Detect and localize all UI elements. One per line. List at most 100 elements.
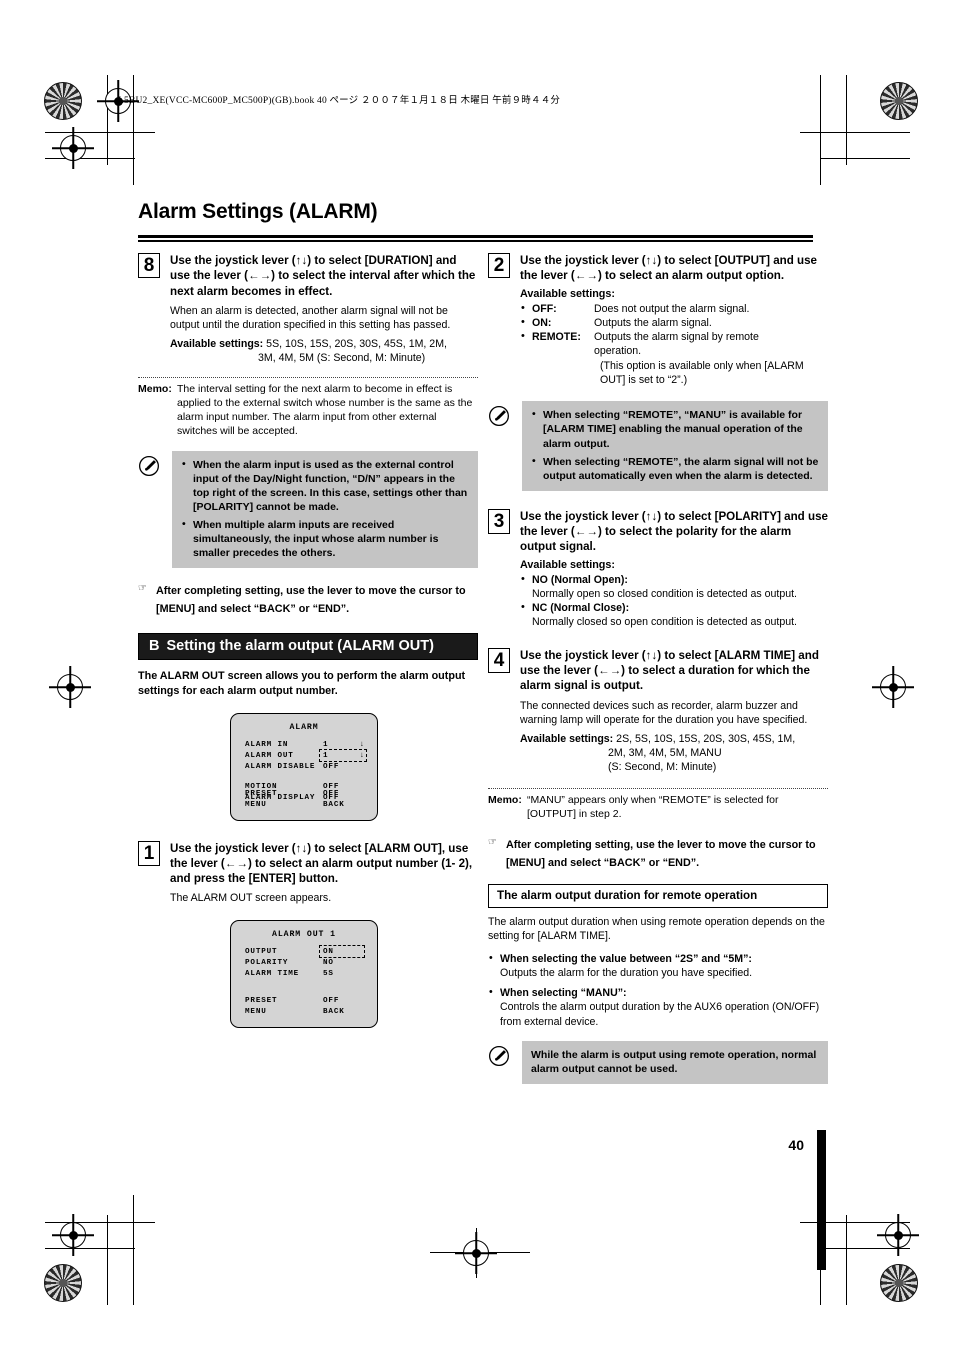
available-settings-label: Available settings: [170, 338, 264, 351]
crop-mark [846, 1215, 848, 1305]
note-box: While the alarm is output using remote o… [488, 1041, 828, 1085]
step-2: 2 Use the joystick lever (↑↓) to select … [488, 253, 828, 387]
step-8: 8 Use the joystick lever (↑↓) to select … [138, 253, 478, 365]
osd-row-value: OFF [323, 996, 340, 1005]
step-4: 4 Use the joystick lever (↑↓) to select … [488, 647, 828, 774]
duration-bullet-list: When selecting the value between “2S” an… [488, 951, 828, 1029]
duration-bullet: When selecting “MANU”: Controls the alar… [488, 985, 828, 1029]
note-bullet: When selecting “REMOTE”, the alarm signa… [531, 454, 819, 483]
available-settings-line3: (S: Second, M: Minute) [608, 760, 717, 773]
osd-row-key: ALARM OUT [245, 751, 294, 760]
step-instruction: Use the joystick lever (↑↓) to select [A… [170, 841, 473, 886]
step-instruction: Use the joystick lever (↑↓) to select [D… [170, 254, 476, 298]
osd-row-value: ON [323, 947, 334, 956]
memo-label: Memo: [488, 794, 522, 807]
crop-mark [800, 132, 910, 134]
pencil-icon [138, 455, 160, 477]
registration-target [880, 674, 906, 700]
option-item: NC (Normal Close): Normally closed so op… [520, 600, 828, 630]
option-definition: Normally open so closed condition is det… [532, 587, 797, 600]
osd-row: POLARITY NO [245, 958, 369, 969]
option-item: OFF: Does not output the alarm signal. [520, 301, 828, 316]
registration-dot [880, 1264, 918, 1302]
option-definition: Normally closed so open condition is det… [532, 616, 797, 629]
osd-row: ALARM TIME 5S [245, 969, 369, 980]
pencil-icon [488, 1045, 510, 1067]
crop-mark [820, 158, 910, 160]
registration-target [885, 1222, 911, 1248]
osd-row-value: OFF [323, 762, 369, 773]
option-definition: Outputs the alarm signal. [594, 316, 712, 329]
available-settings-label: Available settings: [520, 558, 615, 571]
step-instruction: Use the joystick lever (↑↓) to select [P… [520, 509, 828, 554]
crop-mark [45, 1248, 135, 1250]
right-column: 2 Use the joystick lever (↑↓) to select … [488, 253, 828, 1085]
note-bullet: When multiple alarm inputs are received … [181, 517, 469, 560]
osd-row: PRESET OFF [245, 996, 369, 1007]
option-term: NO (Normal Open): [532, 573, 628, 586]
hand-pointer-icon: ☞ [488, 836, 497, 848]
option-item: NO (Normal Open): Normally open so close… [520, 572, 828, 602]
memo-dotted-rule [138, 377, 478, 379]
option-term: ON: [532, 316, 552, 329]
osd-row-value: 5S [323, 969, 334, 978]
osd-down-arrow-icon: ↓ [359, 751, 365, 760]
note-box: When the alarm input is used as the exte… [138, 451, 478, 569]
step-description: The ALARM OUT screen appears. [170, 892, 332, 905]
step-number: 1 [138, 840, 160, 866]
step-number: 4 [488, 647, 510, 673]
option-term: REMOTE: [532, 331, 581, 344]
osd-row-key: MENU [245, 800, 267, 809]
crop-mark [107, 1215, 109, 1305]
option-definition: Does not output the alarm signal. [594, 302, 750, 315]
osd-screen-alarm: ALARM ALARM IN 1 ↓ ALARM OUT 1 ↓ ALARM DIS… [230, 712, 378, 821]
available-settings-line2: 2M, 3M, 4M, 5M, MANU [608, 746, 722, 759]
osd-row-value: BACK [323, 1007, 345, 1016]
duration-section-heading: The alarm output duration for remote ope… [488, 883, 828, 908]
memo-label: Memo: [138, 383, 172, 396]
note-bullet: When the alarm input is used as the exte… [181, 457, 469, 514]
available-settings: Available settings: OFF: Does not output … [520, 288, 828, 388]
memo-block: Memo: The interval setting for the next … [138, 377, 478, 439]
duration-bullet-head: When selecting “MANU”: [500, 987, 627, 1000]
title-rule [138, 240, 813, 242]
note-bullet: When selecting “REMOTE”, “MANU” is avail… [531, 407, 819, 450]
available-settings-line1: 5S, 10S, 15S, 20S, 30S, 45S, 1M, 2M, [266, 338, 447, 351]
crop-mark [45, 1222, 155, 1224]
osd-row: MENU BACK [245, 800, 369, 811]
available-settings-line2: 3M, 4M, 5M (S: Second, M: Minute) [258, 352, 426, 365]
crop-mark [133, 1195, 135, 1305]
duration-section-intro: The alarm output duration when using rem… [488, 915, 825, 943]
after-setting-note: ☞ After completing setting, use the leve… [488, 835, 828, 871]
osd-row-key: OUTPUT [245, 947, 278, 956]
osd-row-value: NO [323, 958, 334, 967]
crop-mark [846, 75, 848, 165]
step-instruction: Use the joystick lever (↑↓) to select [O… [520, 254, 818, 283]
osd-row-key: MENU [245, 1007, 267, 1016]
crop-mark [45, 158, 135, 160]
option-term: OFF: [532, 302, 557, 315]
available-settings: Available settings: 5S, 10S, 15S, 20S, 3… [170, 337, 478, 365]
osd-row-value: 1 ↓ [323, 740, 369, 751]
option-item: ON: Outputs the alarm signal. [520, 315, 828, 330]
osd-value-text: 1 [323, 751, 329, 760]
duration-bullet-text: Controls the alarm output duration by th… [500, 1001, 820, 1028]
osd-row: OUTPUT ON [245, 947, 369, 958]
osd-title: ALARM OUT 1 [272, 929, 336, 939]
osd-row-value: 1 ↓ [323, 751, 369, 762]
option-item: REMOTE: Outputs the alarm signal by remot… [520, 329, 828, 387]
section-intro: The ALARM OUT screen allows you to perfo… [138, 670, 466, 698]
after-setting-text: After completing setting, use the lever … [506, 838, 816, 869]
osd-row: ALARM OUT 1 ↓ [245, 751, 369, 762]
available-settings: Available settings: NO (Normal Open): No… [520, 559, 828, 630]
crop-mark [820, 75, 822, 185]
section-letter: B [149, 638, 160, 655]
registration-target [463, 1240, 489, 1266]
memo-dotted-rule [488, 788, 828, 790]
osd-value-text: OFF [323, 762, 340, 771]
section-b-heading: B Setting the alarm output (ALARM OUT) [138, 633, 478, 661]
osd-row: ALARM DISABLE OFF [245, 762, 369, 773]
registration-target [60, 1222, 86, 1248]
duration-bullet: When selecting the value between “2S” an… [488, 951, 828, 981]
step-description: The connected devices such as recorder, … [520, 699, 808, 726]
